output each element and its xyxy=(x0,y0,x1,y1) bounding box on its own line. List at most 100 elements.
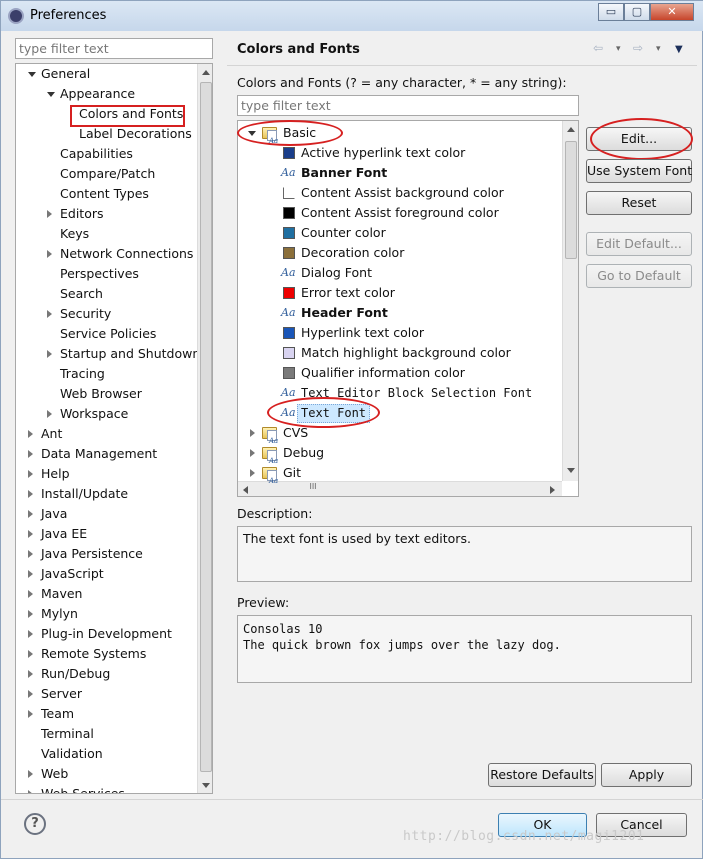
expand-right-icon[interactable] xyxy=(47,250,52,258)
nav-item-validation[interactable]: Validation xyxy=(16,744,197,764)
expand-right-icon[interactable] xyxy=(47,350,52,358)
tree-item-content-assist-background-color[interactable]: Content Assist background color xyxy=(238,183,562,203)
tree-item-decoration-color[interactable]: Decoration color xyxy=(238,243,562,263)
nav-item-install-update[interactable]: Install/Update xyxy=(16,484,197,504)
nav-item-label-decorations[interactable]: Label Decorations xyxy=(16,124,197,144)
maximize-button[interactable]: ▢ xyxy=(624,3,650,21)
nav-item-terminal[interactable]: Terminal xyxy=(16,724,197,744)
tree-item-counter-color[interactable]: Counter color xyxy=(238,223,562,243)
tree-item-header-font[interactable]: Aa Header Font xyxy=(238,303,562,323)
expand-down-icon[interactable] xyxy=(47,92,55,97)
nav-item-java-persistence[interactable]: Java Persistence xyxy=(16,544,197,564)
nav-item-plug-in-development[interactable]: Plug-in Development xyxy=(16,624,197,644)
nav-item-content-types[interactable]: Content Types xyxy=(16,184,197,204)
expand-right-icon[interactable] xyxy=(28,630,33,638)
nav-item-keys[interactable]: Keys xyxy=(16,224,197,244)
expand-right-icon[interactable] xyxy=(28,510,33,518)
tree-hscrollbar[interactable]: III xyxy=(238,481,562,496)
nav-item-java[interactable]: Java xyxy=(16,504,197,524)
expand-right-icon[interactable] xyxy=(28,450,33,458)
scroll-up-icon[interactable] xyxy=(567,127,575,132)
expand-right-icon[interactable] xyxy=(250,429,255,437)
nav-scroll-thumb[interactable] xyxy=(200,82,212,772)
tree-item-cvs[interactable]: Aa CVS xyxy=(238,423,562,445)
expand-right-icon[interactable] xyxy=(47,310,52,318)
scroll-up-icon[interactable] xyxy=(202,70,210,75)
expand-right-icon[interactable] xyxy=(250,449,255,457)
expand-right-icon[interactable] xyxy=(28,610,33,618)
nav-item-tracing[interactable]: Tracing xyxy=(16,364,197,384)
expand-right-icon[interactable] xyxy=(28,710,33,718)
tree-item-hyperlink-text-color[interactable]: Hyperlink text color xyxy=(238,323,562,343)
tree-item-content-assist-foreground-color[interactable]: Content Assist foreground color xyxy=(238,203,562,223)
go-to-default-button[interactable]: Go to Default xyxy=(586,264,692,288)
nav-item-web-services[interactable]: Web Services xyxy=(16,784,197,793)
forward-menu-icon[interactable]: ▾ xyxy=(656,44,661,54)
expand-right-icon[interactable] xyxy=(28,670,33,678)
expand-right-icon[interactable] xyxy=(28,530,33,538)
expand-right-icon[interactable] xyxy=(47,210,52,218)
scroll-down-icon[interactable] xyxy=(202,783,210,788)
tree-vscroll-thumb[interactable] xyxy=(565,141,577,259)
nav-item-web-browser[interactable]: Web Browser xyxy=(16,384,197,404)
tree-filter-input[interactable]: type filter text xyxy=(237,95,579,116)
forward-icon[interactable]: ⇨ xyxy=(633,41,643,55)
nav-item-service-policies[interactable]: Service Policies xyxy=(16,324,197,344)
nav-scrollbar[interactable] xyxy=(197,64,212,793)
nav-item-web[interactable]: Web xyxy=(16,764,197,784)
nav-item-appearance[interactable]: Appearance xyxy=(16,84,197,104)
expand-down-icon[interactable] xyxy=(28,72,36,77)
view-menu-icon[interactable]: ▼ xyxy=(675,44,683,55)
minimize-button[interactable]: ▭ xyxy=(598,3,624,21)
edit-default-button[interactable]: Edit Default... xyxy=(586,232,692,256)
tree-hscroll-thumb[interactable]: III xyxy=(238,482,388,493)
nav-item-network-connections[interactable]: Network Connections xyxy=(16,244,197,264)
nav-item-run-debug[interactable]: Run/Debug xyxy=(16,664,197,684)
back-menu-icon[interactable]: ▾ xyxy=(616,44,621,54)
tree-item-dialog-font[interactable]: Aa Dialog Font xyxy=(238,263,562,283)
nav-item-java-ee[interactable]: Java EE xyxy=(16,524,197,544)
tree-item-banner-font[interactable]: Aa Banner Font xyxy=(238,163,562,183)
nav-item-perspectives[interactable]: Perspectives xyxy=(16,264,197,284)
expand-right-icon[interactable] xyxy=(28,790,33,793)
expand-right-icon[interactable] xyxy=(28,770,33,778)
tree-item-match-highlight-background-color[interactable]: Match highlight background color xyxy=(238,343,562,363)
nav-item-startup-and-shutdown[interactable]: Startup and Shutdown xyxy=(16,344,200,364)
expand-right-icon[interactable] xyxy=(28,470,33,478)
scroll-down-icon[interactable] xyxy=(567,468,575,473)
scroll-left-icon[interactable] xyxy=(243,486,248,494)
nav-filter-input[interactable]: type filter text xyxy=(15,38,213,59)
scroll-right-icon[interactable] xyxy=(550,486,555,494)
nav-item-editors[interactable]: Editors xyxy=(16,204,197,224)
nav-item-ant[interactable]: Ant xyxy=(16,424,197,444)
restore-defaults-button[interactable]: Restore Defaults xyxy=(488,763,596,787)
tree-item-qualifier-information-color[interactable]: Qualifier information color xyxy=(238,363,562,383)
expand-right-icon[interactable] xyxy=(28,430,33,438)
nav-item-workspace[interactable]: Workspace xyxy=(16,404,197,424)
nav-item-javascript[interactable]: JavaScript xyxy=(16,564,197,584)
nav-item-maven[interactable]: Maven xyxy=(16,584,197,604)
nav-item-remote-systems[interactable]: Remote Systems xyxy=(16,644,197,664)
nav-item-search[interactable]: Search xyxy=(16,284,197,304)
nav-item-team[interactable]: Team xyxy=(16,704,197,724)
expand-right-icon[interactable] xyxy=(28,490,33,498)
tree-vscrollbar[interactable] xyxy=(562,121,578,481)
expand-right-icon[interactable] xyxy=(28,590,33,598)
reset-button[interactable]: Reset xyxy=(586,191,692,215)
nav-item-mylyn[interactable]: Mylyn xyxy=(16,604,197,624)
nav-item-server[interactable]: Server xyxy=(16,684,197,704)
expand-right-icon[interactable] xyxy=(28,550,33,558)
close-button[interactable]: ✕ xyxy=(650,3,694,21)
nav-item-help[interactable]: Help xyxy=(16,464,197,484)
expand-right-icon[interactable] xyxy=(28,650,33,658)
use-system-font-button[interactable]: Use System Font xyxy=(586,159,692,183)
nav-item-capabilities[interactable]: Capabilities xyxy=(16,144,197,164)
tree-item-error-text-color[interactable]: Error text color xyxy=(238,283,562,303)
expand-right-icon[interactable] xyxy=(28,690,33,698)
apply-button[interactable]: Apply xyxy=(601,763,692,787)
tree-item-git[interactable]: Aa Git xyxy=(238,463,562,485)
nav-item-data-management[interactable]: Data Management xyxy=(16,444,197,464)
tree-item-active-hyperlink-text-color[interactable]: Active hyperlink text color xyxy=(238,143,562,163)
nav-item-security[interactable]: Security xyxy=(16,304,197,324)
tree-item-debug[interactable]: Aa Debug xyxy=(238,443,562,465)
